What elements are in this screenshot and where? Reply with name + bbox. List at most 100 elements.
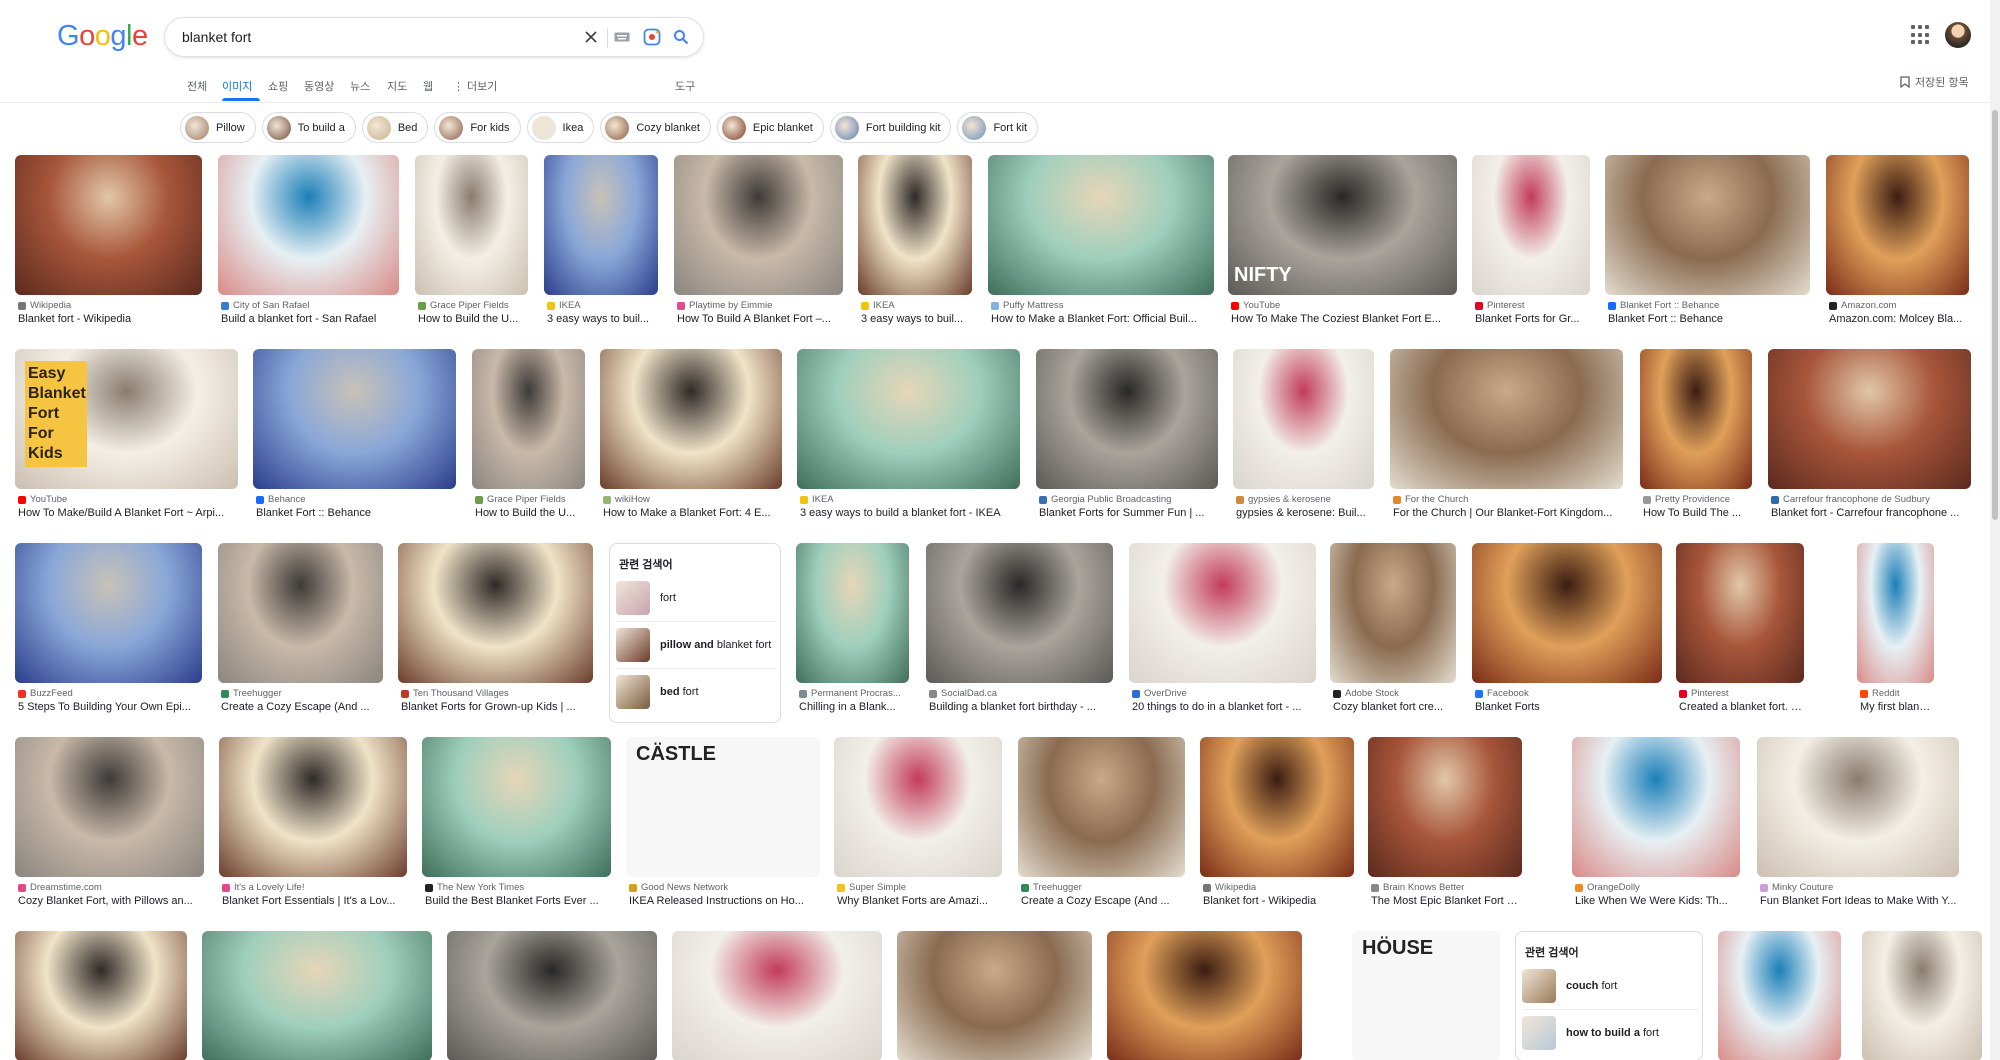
result-title[interactable]: Blanket Forts for Gr... xyxy=(1475,313,1589,325)
google-logo[interactable]: Google xyxy=(57,20,148,53)
result-title[interactable]: 20 things to do in a blanket fort - ... xyxy=(1132,701,1315,713)
result-title[interactable]: Blanket fort - Wikipedia xyxy=(18,313,201,325)
result-title[interactable]: Fun Blanket Fort Ideas to Make With Y... xyxy=(1760,895,1958,907)
result-thumbnail[interactable] xyxy=(1605,155,1810,295)
result-title[interactable]: How To Build A Blanket Fort –... xyxy=(677,313,842,325)
result-source[interactable]: gypsies & kerosene xyxy=(1236,494,1373,505)
clear-icon[interactable] xyxy=(580,26,602,48)
result-source[interactable]: Grace Piper Fields xyxy=(418,300,527,311)
result-source[interactable]: City of San Rafael xyxy=(221,300,398,311)
result-source[interactable]: For the Church xyxy=(1393,494,1622,505)
result-title[interactable]: gypsies & kerosene: Buil... xyxy=(1236,507,1373,519)
search-box[interactable]: blanket fort xyxy=(164,17,704,57)
result-title[interactable]: 3 easy ways to buil... xyxy=(547,313,657,325)
result-thumbnail[interactable] xyxy=(1676,543,1804,683)
result-source[interactable]: Good News Network xyxy=(629,882,819,893)
result-thumbnail[interactable] xyxy=(1768,349,1971,489)
result-thumbnail[interactable] xyxy=(1368,737,1522,877)
result-thumbnail[interactable] xyxy=(1330,543,1456,683)
result-source[interactable]: SocialDad.ca xyxy=(929,688,1112,699)
result-thumbnail[interactable] xyxy=(1233,349,1374,489)
result-thumbnail[interactable] xyxy=(926,543,1113,683)
result-title[interactable]: The Most Epic Blanket Fort and t... xyxy=(1371,895,1521,907)
result-title[interactable]: Building a blanket fort birthday - ... xyxy=(929,701,1112,713)
chip-bed[interactable]: Bed xyxy=(361,112,429,143)
result-source[interactable]: Treehugger xyxy=(1021,882,1184,893)
result-source[interactable]: Facebook xyxy=(1475,688,1661,699)
result-source[interactable]: Blanket Fort :: Behance xyxy=(1608,300,1809,311)
result-source[interactable]: Puffy Mattress xyxy=(991,300,1213,311)
result-source[interactable]: Adobe Stock xyxy=(1333,688,1455,699)
result-title[interactable]: For the Church | Our Blanket-Fort Kingdo… xyxy=(1393,507,1622,519)
lens-icon[interactable] xyxy=(641,26,663,48)
chip-ikea[interactable]: Ikea xyxy=(526,112,595,143)
result-thumbnail[interactable] xyxy=(1640,349,1752,489)
tab-videos[interactable]: 동영상 xyxy=(304,78,334,94)
result-source[interactable]: YouTube xyxy=(1231,300,1456,311)
result-thumbnail[interactable] xyxy=(1107,931,1302,1060)
result-title[interactable]: Blanket Fort Essentials | It's a Lov... xyxy=(222,895,406,907)
tab-news[interactable]: 뉴스 xyxy=(350,78,370,94)
chip-fort-building-kit[interactable]: Fort building kit xyxy=(829,112,952,143)
result-source[interactable]: Reddit xyxy=(1860,688,1933,699)
result-title[interactable]: Blanket Forts xyxy=(1475,701,1661,713)
result-title[interactable]: Blanket fort - Wikipedia xyxy=(1203,895,1353,907)
result-title[interactable]: Like When We Were Kids: Th... xyxy=(1575,895,1739,907)
result-thumbnail[interactable] xyxy=(858,155,972,295)
result-title[interactable]: IKEA Released Instructions on Ho... xyxy=(629,895,819,907)
result-thumbnail[interactable] xyxy=(834,737,1002,877)
keyboard-icon[interactable] xyxy=(611,26,633,48)
result-title[interactable]: Chilling in a Blank... xyxy=(799,701,908,713)
result-source[interactable]: Pinterest xyxy=(1475,300,1589,311)
related-search-item[interactable]: fort xyxy=(616,580,776,616)
result-title[interactable]: Cozy blanket fort cre... xyxy=(1333,701,1455,713)
saved-items-button[interactable]: 저장된 항목 xyxy=(1900,74,1969,90)
tab-more[interactable]: ⋮ 더보기 xyxy=(453,78,497,94)
account-avatar[interactable] xyxy=(1945,22,1971,48)
chip-cozy-blanket[interactable]: Cozy blanket xyxy=(600,112,711,143)
chip-epic-blanket[interactable]: Epic blanket xyxy=(716,112,824,143)
result-thumbnail[interactable] xyxy=(672,931,882,1060)
result-thumbnail[interactable] xyxy=(398,543,593,683)
tab-all[interactable]: 전체 xyxy=(187,78,207,94)
result-thumbnail[interactable] xyxy=(600,349,782,489)
search-input[interactable]: blanket fort xyxy=(182,29,251,45)
result-source[interactable]: Wikipedia xyxy=(18,300,201,311)
result-source[interactable]: It's a Lovely Life! xyxy=(222,882,406,893)
result-thumbnail[interactable] xyxy=(202,931,432,1060)
result-title[interactable]: Blanket fort - Carrefour francophone ... xyxy=(1771,507,1970,519)
result-thumbnail[interactable] xyxy=(253,349,456,489)
result-thumbnail[interactable] xyxy=(1018,737,1185,877)
result-thumbnail[interactable] xyxy=(15,737,204,877)
chip-for-kids[interactable]: For kids xyxy=(434,112,521,143)
result-thumbnail[interactable] xyxy=(988,155,1214,295)
result-source[interactable]: wikiHow xyxy=(603,494,781,505)
result-source[interactable]: Playtime by Eimmie xyxy=(677,300,842,311)
result-source[interactable]: Pinterest xyxy=(1679,688,1803,699)
tab-images[interactable]: 이미지 xyxy=(222,78,252,94)
result-title[interactable]: Amazon.com: Molcey Bla... xyxy=(1829,313,1968,325)
result-thumbnail[interactable] xyxy=(219,737,407,877)
result-source[interactable]: Dreamstime.com xyxy=(18,882,203,893)
result-source[interactable]: Pretty Providence xyxy=(1643,494,1751,505)
result-thumbnail[interactable] xyxy=(1472,155,1590,295)
result-thumbnail[interactable] xyxy=(674,155,843,295)
result-thumbnail[interactable] xyxy=(1757,737,1959,877)
result-thumbnail[interactable] xyxy=(544,155,658,295)
result-source[interactable]: The New York Times xyxy=(425,882,610,893)
related-search-item[interactable]: couch fort xyxy=(1522,968,1698,1004)
result-thumbnail[interactable] xyxy=(1200,737,1354,877)
result-thumbnail[interactable] xyxy=(1862,931,1982,1060)
result-thumbnail[interactable] xyxy=(218,543,383,683)
result-source[interactable]: Grace Piper Fields xyxy=(475,494,584,505)
result-thumbnail[interactable] xyxy=(897,931,1092,1060)
result-source[interactable]: Amazon.com xyxy=(1829,300,1968,311)
result-title[interactable]: 5 Steps To Building Your Own Epi... xyxy=(18,701,201,713)
result-thumbnail[interactable] xyxy=(1129,543,1316,683)
result-thumbnail[interactable] xyxy=(1857,543,1934,683)
result-thumbnail[interactable]: CÄSTLE xyxy=(626,737,820,877)
result-source[interactable]: Super Simple xyxy=(837,882,1001,893)
result-title[interactable]: How to Build the U... xyxy=(418,313,527,325)
result-thumbnail[interactable] xyxy=(1718,931,1841,1060)
result-thumbnail[interactable] xyxy=(472,349,585,489)
